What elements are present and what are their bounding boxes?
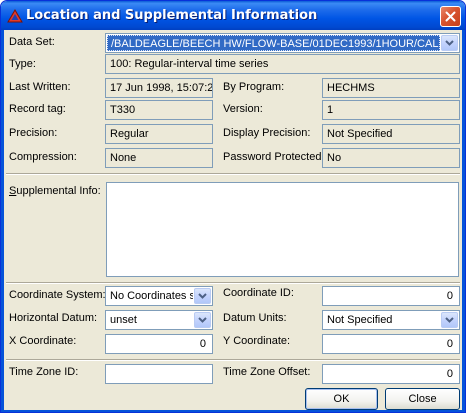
last-written-label: Last Written: (9, 81, 71, 93)
horizontal-datum-combo[interactable]: unset (105, 310, 213, 330)
display-precision-field: Not Specified (322, 124, 460, 144)
by-program-label: By Program: (223, 81, 285, 93)
precision-field: Regular (105, 124, 213, 144)
x-coordinate-input[interactable]: 0 (105, 334, 213, 354)
horizontal-datum-label: Horizontal Datum: (9, 312, 98, 324)
precision-label: Precision: (9, 127, 58, 139)
datum-units-value: Not Specified (327, 314, 393, 326)
window-frame-right (462, 30, 465, 412)
separator (6, 282, 460, 284)
by-program-field: HECHMS (322, 78, 460, 98)
coordinate-system-combo[interactable]: No Coordinates set (105, 286, 213, 306)
y-coordinate-input[interactable]: 0 (322, 334, 460, 354)
close-button[interactable]: Close (385, 388, 460, 410)
password-protected-field: No (322, 148, 460, 168)
window-title: Location and Supplemental Information (26, 8, 318, 23)
display-precision-label: Display Precision: (223, 127, 311, 139)
separator (6, 173, 460, 175)
time-zone-id-label: Time Zone ID: (9, 366, 79, 378)
chevron-down-icon (445, 317, 454, 323)
chevron-down-icon (198, 317, 207, 323)
time-zone-offset-label: Time Zone Offset: (223, 366, 311, 378)
time-zone-offset-input[interactable]: 0 (322, 364, 460, 384)
time-zone-id-input[interactable] (105, 364, 213, 384)
record-tag-label: Record tag: (9, 103, 66, 115)
close-icon (445, 11, 456, 22)
data-set-combo[interactable]: /BALDEAGLE/BEECH HW/FLOW-BASE/01DEC1993/… (105, 33, 460, 53)
horizontal-datum-dropdown-button[interactable] (194, 312, 211, 328)
last-written-field: 17 Jun 1998, 15:07:20 (105, 78, 213, 98)
window-frame-left (1, 30, 4, 412)
coordinate-system-label: Coordinate System: (9, 289, 106, 301)
data-set-value: /BALDEAGLE/BEECH HW/FLOW-BASE/01DEC1993/… (107, 35, 440, 51)
hec-triangle-icon (7, 9, 23, 23)
coordinate-id-input[interactable]: 0 (322, 286, 460, 306)
coordinate-system-value: No Coordinates set (110, 290, 193, 302)
horizontal-datum-value: unset (110, 314, 137, 326)
title-bar[interactable]: Location and Supplemental Information (1, 1, 465, 30)
ok-button[interactable]: OK (305, 388, 378, 410)
datum-units-dropdown-button[interactable] (441, 312, 458, 328)
window-close-button[interactable] (440, 6, 461, 27)
supplemental-info-textarea[interactable] (106, 182, 459, 277)
data-set-dropdown-button[interactable] (441, 35, 458, 51)
y-coordinate-label: Y Coordinate: (223, 335, 291, 347)
coordinate-id-label: Coordinate ID: (223, 287, 294, 299)
password-protected-label: Password Protected: (223, 151, 325, 163)
separator (6, 359, 460, 361)
supplemental-info-label: Supplemental Info: (9, 185, 101, 197)
data-set-label: Data Set: (9, 36, 55, 48)
compression-label: Compression: (9, 151, 77, 163)
compression-field: None (105, 148, 213, 168)
dialog-window: Location and Supplemental Information Da… (0, 0, 466, 413)
record-tag-field: T330 (105, 100, 213, 120)
type-label: Type: (9, 58, 36, 70)
type-field: 100: Regular-interval time series (105, 54, 460, 74)
datum-units-label: Datum Units: (223, 312, 287, 324)
x-coordinate-label: X Coordinate: (9, 335, 77, 347)
version-label: Version: (223, 103, 263, 115)
coordinate-system-dropdown-button[interactable] (194, 288, 211, 304)
datum-units-combo[interactable]: Not Specified (322, 310, 460, 330)
version-field: 1 (322, 100, 460, 120)
chevron-down-icon (445, 40, 454, 46)
chevron-down-icon (198, 293, 207, 299)
